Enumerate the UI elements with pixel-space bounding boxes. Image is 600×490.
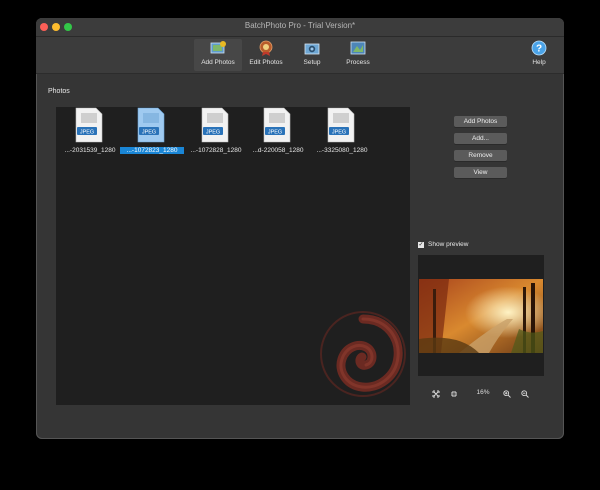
svg-text:?: ? — [536, 44, 542, 55]
swirl-watermark-icon — [320, 311, 406, 397]
title-bar: BatchPhoto Pro - Trial Version* — [36, 18, 564, 37]
toolbar-add-photos-label: Add Photos — [201, 59, 235, 66]
zoom-level: 16% — [476, 389, 490, 396]
jpeg-file-icon: JPEG — [137, 107, 165, 143]
toolbar-edit-photos-button[interactable]: Edit Photos — [243, 39, 289, 71]
preview-zoom-bar: 16% — [418, 388, 544, 400]
toolbar-help-label: Help — [532, 59, 546, 66]
view-button[interactable]: View — [454, 167, 507, 178]
app-window: BatchPhoto Pro - Trial Version* Add Phot… — [36, 18, 564, 439]
photos-section-label: Photos — [48, 88, 70, 95]
zoom-in-icon[interactable] — [503, 390, 511, 398]
add-photos-icon — [210, 41, 226, 54]
photo-item-label: ...-1072828_1280 — [190, 147, 242, 154]
zoom-out-icon[interactable] — [521, 390, 529, 398]
toolbar-process-label: Process — [346, 59, 370, 66]
toolbar-help-button[interactable]: ? Help — [526, 39, 552, 71]
remove-button[interactable]: Remove — [454, 150, 507, 161]
svg-text:JPEG: JPEG — [80, 130, 94, 136]
preview-panel — [418, 255, 544, 376]
process-icon — [350, 41, 366, 55]
jpeg-file-icon: JPEG — [263, 107, 291, 143]
photo-item-label: ...d-220058_1280 — [252, 147, 304, 154]
svg-text:JPEG: JPEG — [332, 130, 346, 136]
photo-item[interactable]: JPEG ...-2031539_1280 — [58, 107, 122, 161]
jpeg-file-icon: JPEG — [201, 107, 229, 143]
actual-size-icon[interactable] — [450, 390, 458, 398]
toolbar-setup-label: Setup — [303, 59, 321, 66]
photos-list-panel[interactable]: JPEG ...-2031539_1280 JPEG ...-1072823_1… — [56, 107, 410, 405]
show-preview-checkbox[interactable]: ✓ — [418, 242, 424, 248]
photo-item[interactable]: JPEG ...-3325080_1280 — [310, 107, 374, 161]
toolbar-edit-photos-label: Edit Photos — [249, 59, 283, 66]
svg-text:JPEG: JPEG — [206, 130, 220, 136]
photo-item[interactable]: JPEG ...-1072823_1280 — [120, 107, 184, 161]
preview-image — [419, 279, 543, 353]
fit-to-window-icon[interactable] — [432, 390, 440, 398]
window-title: BatchPhoto Pro - Trial Version* — [244, 21, 356, 30]
photo-item-label: ...-3325080_1280 — [316, 147, 368, 154]
toolbar: Add Photos Edit Photos Setup Process ? H… — [36, 37, 564, 74]
toolbar-add-photos-button[interactable]: Add Photos — [194, 39, 242, 71]
add-photos-button[interactable]: Add Photos — [454, 116, 507, 127]
photo-item[interactable]: JPEG ...-1072828_1280 — [184, 107, 248, 161]
photo-item[interactable]: JPEG ...d-220058_1280 — [246, 107, 310, 161]
help-icon: ? — [531, 40, 547, 56]
edit-photos-icon — [259, 40, 273, 56]
setup-icon — [304, 43, 320, 55]
jpeg-file-icon: JPEG — [327, 107, 355, 143]
show-preview-label: Show preview — [428, 241, 469, 248]
toolbar-process-button[interactable]: Process — [336, 39, 380, 71]
toolbar-setup-button[interactable]: Setup — [294, 39, 330, 71]
svg-text:JPEG: JPEG — [268, 130, 282, 136]
svg-text:JPEG: JPEG — [142, 130, 156, 136]
add-button[interactable]: Add... — [454, 133, 507, 144]
photo-item-label: ...-2031539_1280 — [64, 147, 116, 154]
jpeg-file-icon: JPEG — [75, 107, 103, 143]
photo-item-label: ...-1072823_1280 — [120, 147, 184, 154]
